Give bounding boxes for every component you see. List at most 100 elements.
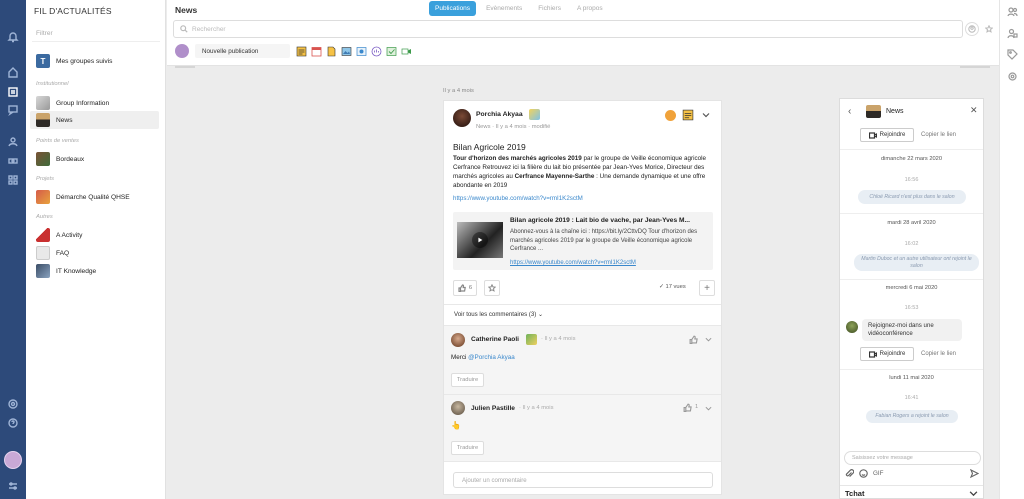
- group-thumbnail: [36, 96, 50, 110]
- user-filter-button[interactable]: [965, 22, 979, 36]
- send-icon[interactable]: [970, 469, 979, 478]
- join-label: Rejoindre: [879, 351, 906, 357]
- comment-avatar[interactable]: [451, 401, 465, 415]
- sidebar-item-bordeaux[interactable]: Bordeaux: [30, 150, 159, 168]
- video-icon: [868, 350, 877, 358]
- comment-like-count: 1: [695, 404, 699, 410]
- sidebar-item-it-knowledge[interactable]: IT Knowledge: [30, 262, 159, 280]
- gallery-icon[interactable]: [356, 46, 367, 57]
- poll-icon[interactable]: [371, 46, 382, 57]
- group-thumbnail: [36, 264, 50, 278]
- gif-button[interactable]: GIF: [873, 470, 884, 477]
- mention-link[interactable]: @Porchia Akyaa: [468, 354, 515, 361]
- tab-files[interactable]: Fichiers: [532, 1, 567, 16]
- settings-icon[interactable]: [7, 398, 19, 410]
- post-link[interactable]: https://www.youtube.com/watch?v=rmI1K2sc…: [453, 195, 583, 202]
- thumbs-up-icon[interactable]: [689, 335, 698, 344]
- join-call-button[interactable]: Rejoindre: [860, 347, 914, 361]
- link-preview[interactable]: Bilan agricole 2019 : Lait bio de vache,…: [453, 212, 713, 270]
- sidebar-item-label: Group Information: [56, 99, 110, 107]
- copy-link[interactable]: Copier le lien: [921, 351, 956, 357]
- chat-footer[interactable]: Tchat: [840, 485, 983, 499]
- chevron-down-icon[interactable]: [969, 489, 978, 498]
- comment-avatar[interactable]: [451, 333, 465, 347]
- avatar: [175, 44, 189, 58]
- video-icon[interactable]: [401, 46, 412, 57]
- user-lock-icon[interactable]: [1007, 28, 1018, 39]
- sidebar-item-label: IT Knowledge: [56, 267, 97, 275]
- show-comments-toggle[interactable]: Voir tous les commentaires (3) ⌄: [454, 311, 543, 318]
- apps-icon[interactable]: [7, 174, 19, 186]
- tab-events[interactable]: Evènements: [480, 1, 528, 16]
- comment-author[interactable]: Julien Pastille: [471, 405, 515, 412]
- translate-button[interactable]: Traduire: [451, 441, 484, 455]
- author-avatar[interactable]: [453, 109, 471, 127]
- divider: [840, 149, 983, 150]
- contacts-icon[interactable]: [1007, 6, 1018, 17]
- post-body: Tour d'horizon des marchés agricoles 201…: [453, 154, 715, 190]
- comment-author[interactable]: Catherine Paoli: [471, 336, 519, 343]
- sender-avatar: [846, 321, 858, 333]
- back-icon[interactable]: ‹: [848, 106, 851, 117]
- view-count: ✓ 17 vues: [659, 284, 686, 290]
- right-rail: [999, 0, 1024, 499]
- home-icon[interactable]: [7, 66, 19, 78]
- favorite-button[interactable]: [484, 280, 500, 296]
- article-icon[interactable]: [296, 46, 307, 57]
- favorite-filter-button[interactable]: [982, 22, 996, 36]
- tag-icon[interactable]: [1007, 49, 1018, 60]
- new-post-input[interactable]: Nouvelle publication: [195, 44, 290, 58]
- people-icon[interactable]: [7, 136, 19, 148]
- video-thumbnail[interactable]: [457, 222, 503, 258]
- sidebar-item-label: FAQ: [56, 249, 70, 257]
- chevron-down-icon[interactable]: [702, 111, 710, 119]
- document-icon[interactable]: [326, 46, 337, 57]
- system-message: Martin Duboc et un autre utilisateur ont…: [854, 254, 979, 271]
- post-title: Bilan Agricole 2019: [453, 142, 526, 152]
- post-author[interactable]: Porchia Akyaa: [476, 111, 523, 118]
- join-label: Rejoindre: [879, 132, 906, 138]
- gear-icon[interactable]: [1007, 71, 1018, 82]
- search-input[interactable]: Rechercher: [173, 20, 963, 38]
- add-comment-input[interactable]: Ajouter un commentaire: [453, 472, 713, 488]
- chat-message-input[interactable]: Saisissez votre message: [844, 451, 981, 465]
- task-icon[interactable]: [386, 46, 397, 57]
- copy-link[interactable]: Copier le lien: [921, 132, 956, 138]
- sidebar-item-followed[interactable]: T Mes groupes suivis: [30, 52, 159, 70]
- sidebar-item-news[interactable]: News: [30, 111, 159, 129]
- event-icon[interactable]: [311, 46, 322, 57]
- tab-publications[interactable]: Publications: [429, 1, 477, 16]
- filter-input[interactable]: Filtrer: [36, 30, 53, 37]
- user-avatar[interactable]: [4, 451, 22, 469]
- chat-date: mercredi 6 mai 2020: [885, 285, 938, 291]
- add-button[interactable]: +: [699, 280, 715, 296]
- sidebar-item-qhse[interactable]: Démarche Qualité QHSE: [30, 188, 159, 206]
- sidebar-item-faq[interactable]: FAQ: [30, 244, 159, 262]
- sliders-icon[interactable]: [7, 480, 19, 492]
- comment-time: · Il y a 4 mois: [541, 336, 576, 342]
- chevron-down-icon[interactable]: [705, 405, 712, 412]
- close-icon[interactable]: ✕: [970, 105, 978, 116]
- news-icon[interactable]: [7, 86, 19, 98]
- chat-icon[interactable]: [7, 104, 19, 116]
- bell-icon[interactable]: [7, 31, 19, 43]
- sidebar-item-group-information[interactable]: Group Information: [30, 94, 159, 112]
- groups-sidebar: FIL D'ACTUALITÉS Filtrer T Mes groupes s…: [26, 0, 166, 499]
- preview-link[interactable]: https://www.youtube.com/watch?v=rmI1K2sc…: [510, 260, 636, 266]
- chevron-down-icon[interactable]: [705, 336, 712, 343]
- attachment-icon[interactable]: [845, 469, 854, 478]
- image-icon[interactable]: [341, 46, 352, 57]
- sidebar-item-activity[interactable]: A Activity: [30, 226, 159, 244]
- tab-about[interactable]: A propos: [571, 1, 609, 16]
- ticket-icon[interactable]: [7, 155, 19, 167]
- translate-button[interactable]: Traduire: [451, 373, 484, 387]
- date-separator: Il y a 4 mois: [443, 88, 474, 94]
- sidebar-item-label: Démarche Qualité QHSE: [56, 193, 130, 201]
- join-call-button[interactable]: Rejoindre: [860, 128, 914, 142]
- emoji-icon[interactable]: [859, 469, 868, 478]
- thumbs-up-icon[interactable]: [683, 403, 692, 412]
- system-message: Chloé Ricard n'est plus dans le salon: [858, 190, 966, 204]
- preview-title: Bilan agricole 2019 : Lait bio de vache,…: [510, 217, 690, 224]
- help-icon[interactable]: [7, 417, 19, 429]
- like-button[interactable]: 6: [453, 280, 477, 296]
